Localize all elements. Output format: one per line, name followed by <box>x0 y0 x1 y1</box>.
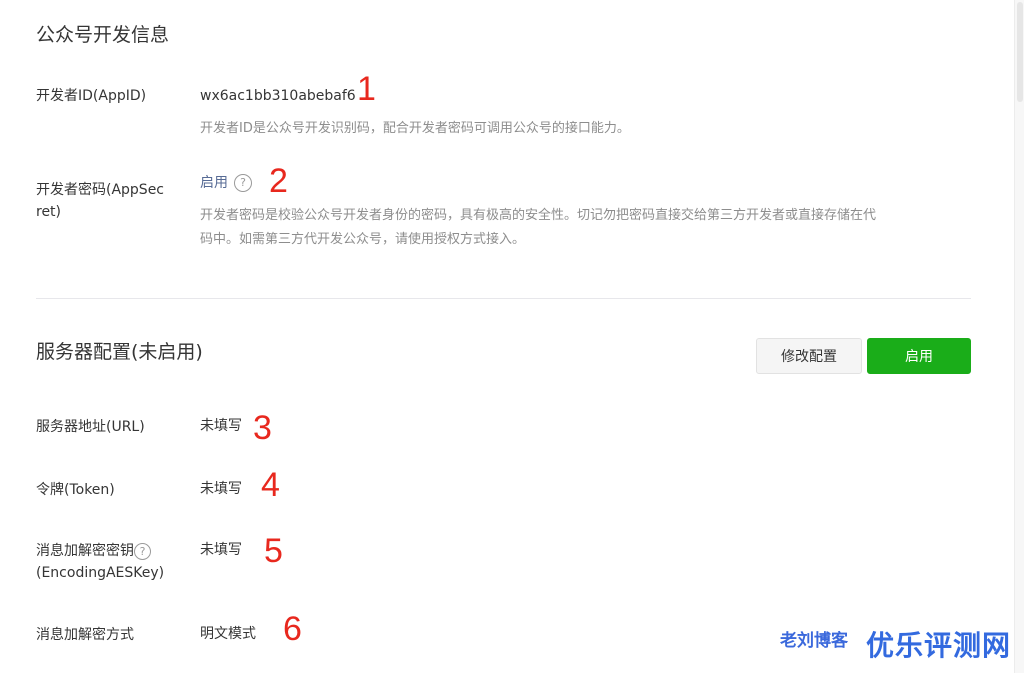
appid-label: 开发者ID(AppID) <box>36 88 147 104</box>
aes-key-value: 未填写 <box>200 542 242 558</box>
watermark-blog: 老刘博客 <box>780 631 848 651</box>
modify-config-button[interactable]: 修改配置 <box>756 338 862 374</box>
encrypt-mode-label: 消息加解密方式 <box>36 627 134 643</box>
scrollbar-thumb[interactable] <box>1017 2 1023 102</box>
annotation-marker-2: 2 <box>269 162 288 200</box>
watermark-site: 优乐评测网 <box>866 629 1012 662</box>
server-url-value: 未填写 <box>200 418 242 434</box>
server-url-label: 服务器地址(URL) <box>36 419 145 435</box>
aes-key-label-line1: 消息加解密密钥 <box>36 543 134 559</box>
server-config-title: 服务器配置(未启用) <box>36 341 203 363</box>
appid-value: wx6ac1bb310abebaf6 <box>200 88 356 104</box>
annotation-marker-3: 3 <box>253 409 272 447</box>
appsecret-enable-link[interactable]: 启用 <box>200 175 228 191</box>
appsecret-label-line2: ret) <box>36 204 62 220</box>
appsecret-description-line2: 码中。如需第三方代开发公众号，请使用授权方式接入。 <box>200 232 526 247</box>
appsecret-value: 启用? <box>200 172 252 194</box>
annotation-marker-1: 1 <box>357 70 376 108</box>
aes-key-label: 消息加解密密钥? (EncodingAESKey) <box>36 540 164 584</box>
help-icon[interactable]: ? <box>234 174 252 192</box>
appsecret-description-line1: 开发者密码是校验公众号开发者身份的密码，具有极高的安全性。切记勿把密码直接交给第… <box>200 208 877 223</box>
encrypt-mode-value: 明文模式 <box>200 626 256 642</box>
annotation-marker-6: 6 <box>283 610 302 648</box>
appsecret-description: 开发者密码是校验公众号开发者身份的密码，具有极高的安全性。切记勿把密码直接交给第… <box>200 204 876 252</box>
appsecret-label: 开发者密码(AppSec ret) <box>36 179 164 223</box>
appsecret-label-line1: 开发者密码(AppSec <box>36 182 165 198</box>
appid-description: 开发者ID是公众号开发识别码，配合开发者密码可调用公众号的接口能力。 <box>200 121 630 136</box>
aes-key-label-line2: (EncodingAESKey) <box>36 565 165 581</box>
dev-info-title: 公众号开发信息 <box>36 24 170 46</box>
annotation-marker-5: 5 <box>264 532 283 570</box>
token-label: 令牌(Token) <box>36 482 115 498</box>
annotation-marker-4: 4 <box>261 466 280 504</box>
help-icon[interactable]: ? <box>134 542 151 560</box>
enable-server-button[interactable]: 启用 <box>867 338 971 374</box>
scrollbar[interactable] <box>1014 0 1024 673</box>
section-divider <box>36 298 971 299</box>
token-value: 未填写 <box>200 481 242 497</box>
